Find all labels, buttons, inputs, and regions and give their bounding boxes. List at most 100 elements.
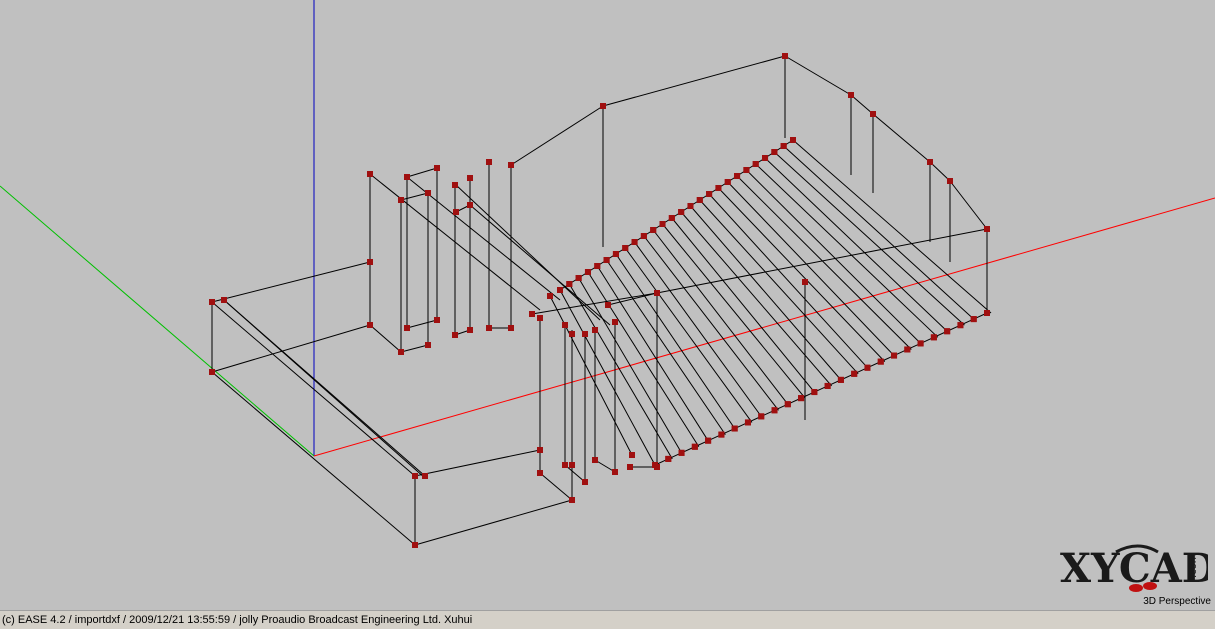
- vertex-marker[interactable]: [557, 287, 563, 293]
- vertex-marker[interactable]: [678, 209, 685, 215]
- vertex-marker[interactable]: [811, 389, 818, 396]
- vertex-marker[interactable]: [947, 178, 953, 184]
- vertex-marker[interactable]: [891, 352, 898, 359]
- vertex-marker[interactable]: [404, 325, 410, 331]
- vertex-marker[interactable]: [784, 401, 791, 408]
- vertex-marker[interactable]: [425, 342, 431, 348]
- vertex-marker[interactable]: [706, 191, 713, 197]
- vertex-marker[interactable]: [434, 317, 440, 323]
- vertex-marker[interactable]: [984, 226, 990, 232]
- vertex-marker[interactable]: [782, 53, 788, 59]
- vertex-marker[interactable]: [412, 473, 418, 479]
- vertex-marker[interactable]: [452, 182, 458, 188]
- vertex-marker[interactable]: [221, 297, 227, 303]
- vertex-marker[interactable]: [718, 431, 725, 438]
- vertex-marker[interactable]: [650, 227, 657, 233]
- vertex-marker[interactable]: [600, 103, 606, 109]
- vertex-marker[interactable]: [467, 202, 473, 208]
- vertex-marker[interactable]: [927, 159, 933, 165]
- vertex-marker[interactable]: [486, 159, 492, 165]
- vertex-marker[interactable]: [654, 290, 660, 296]
- vertex-marker[interactable]: [654, 464, 660, 470]
- vertex-marker[interactable]: [870, 111, 876, 117]
- vertex-marker[interactable]: [762, 155, 769, 161]
- vertex-marker[interactable]: [452, 332, 458, 338]
- vertex-marker[interactable]: [798, 395, 805, 402]
- vertex-marker[interactable]: [566, 281, 573, 287]
- vertex-marker[interactable]: [612, 469, 618, 475]
- vertex-marker[interactable]: [367, 171, 373, 177]
- vertex-marker[interactable]: [696, 197, 703, 203]
- vertex-marker[interactable]: [668, 215, 675, 221]
- vertex-marker[interactable]: [603, 257, 610, 263]
- vertex-marker[interactable]: [687, 203, 694, 209]
- vertex-marker[interactable]: [367, 322, 373, 328]
- vertex-marker[interactable]: [486, 325, 492, 331]
- vertex-marker[interactable]: [758, 413, 765, 420]
- vertex-marker[interactable]: [724, 179, 731, 185]
- vertex-marker[interactable]: [562, 462, 568, 468]
- vertex-marker[interactable]: [569, 462, 575, 468]
- vertex-marker[interactable]: [771, 149, 778, 155]
- vertex-marker[interactable]: [425, 190, 431, 196]
- vertex-marker[interactable]: [752, 161, 759, 167]
- vertex-marker[interactable]: [877, 358, 884, 365]
- vertex-marker[interactable]: [529, 311, 535, 317]
- vertex-marker[interactable]: [467, 175, 473, 181]
- vertex-marker[interactable]: [422, 473, 428, 479]
- vertex-marker[interactable]: [864, 364, 871, 371]
- vertex-marker[interactable]: [537, 470, 543, 476]
- vertex-marker[interactable]: [612, 251, 619, 257]
- wireframe-model[interactable]: [0, 0, 1215, 610]
- vertex-marker[interactable]: [622, 245, 629, 251]
- vertex-marker[interactable]: [398, 197, 404, 203]
- vertex-marker[interactable]: [790, 137, 796, 143]
- vertex-marker[interactable]: [678, 449, 685, 456]
- vertex-marker[interactable]: [917, 340, 924, 347]
- vertex-marker[interactable]: [691, 443, 698, 450]
- vertex-marker[interactable]: [734, 173, 741, 179]
- vertex-marker[interactable]: [705, 437, 712, 444]
- vertex-marker[interactable]: [944, 328, 951, 335]
- vertex-marker[interactable]: [851, 370, 858, 377]
- vertex-marker[interactable]: [627, 464, 633, 470]
- vertex-marker[interactable]: [594, 263, 601, 269]
- vertex-marker[interactable]: [562, 322, 568, 328]
- vertex-marker[interactable]: [904, 346, 911, 353]
- vertex-marker[interactable]: [984, 310, 990, 316]
- vertex-marker[interactable]: [802, 279, 808, 285]
- vertex-marker[interactable]: [715, 185, 722, 191]
- vertex-marker[interactable]: [434, 165, 440, 171]
- vertex-marker[interactable]: [547, 293, 553, 299]
- vertex-marker[interactable]: [453, 209, 459, 215]
- vertex-marker[interactable]: [605, 302, 611, 308]
- vertex-marker[interactable]: [780, 143, 787, 149]
- vertex-marker[interactable]: [665, 455, 672, 462]
- vertex-marker[interactable]: [569, 331, 575, 337]
- vertex-marker[interactable]: [209, 369, 215, 375]
- vertex-marker[interactable]: [412, 542, 418, 548]
- vertex-marker[interactable]: [930, 334, 937, 341]
- vertex-marker[interactable]: [592, 457, 598, 463]
- vertex-marker[interactable]: [612, 319, 618, 325]
- vertex-marker[interactable]: [584, 269, 591, 275]
- vertex-marker[interactable]: [209, 299, 215, 305]
- vertex-marker[interactable]: [744, 419, 751, 426]
- vertex-marker[interactable]: [837, 376, 844, 383]
- vertex-marker[interactable]: [743, 167, 750, 173]
- vertex-marker[interactable]: [467, 327, 473, 333]
- vertex-marker[interactable]: [537, 315, 543, 321]
- vertex-marker[interactable]: [582, 331, 588, 337]
- 3d-viewport[interactable]: XYCAD .com 3D Perspective: [0, 0, 1215, 610]
- vertex-marker[interactable]: [575, 275, 582, 281]
- vertex-marker[interactable]: [771, 407, 778, 414]
- vertex-marker[interactable]: [569, 497, 575, 503]
- vertex-marker[interactable]: [659, 221, 666, 227]
- vertex-marker[interactable]: [398, 349, 404, 355]
- vertex-marker[interactable]: [629, 452, 635, 458]
- vertex-marker[interactable]: [970, 316, 977, 323]
- vertex-marker[interactable]: [640, 233, 647, 239]
- vertex-marker[interactable]: [367, 259, 373, 265]
- vertex-marker[interactable]: [582, 479, 588, 485]
- vertex-marker[interactable]: [848, 92, 854, 98]
